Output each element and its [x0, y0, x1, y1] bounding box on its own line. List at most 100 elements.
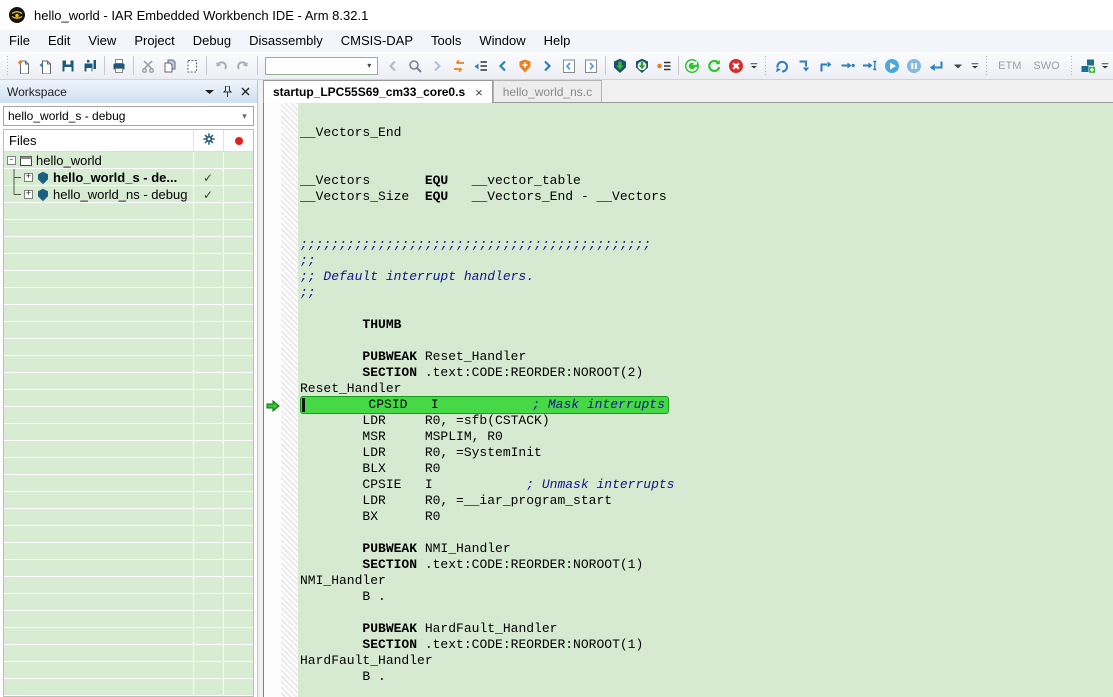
- tab-hello-world-ns[interactable]: hello_world_ns.c: [493, 80, 602, 102]
- toolbar-overflow-button[interactable]: [969, 54, 981, 78]
- menu-window[interactable]: Window: [470, 30, 534, 52]
- breakpoints-window-button[interactable]: [653, 54, 675, 78]
- download-button[interactable]: [631, 54, 653, 78]
- chevron-down-icon[interactable]: ▾: [362, 61, 377, 70]
- copy-icon: [162, 58, 178, 74]
- tree-item-label: hello_world_s - de...: [53, 170, 177, 185]
- debug-reset-button[interactable]: [771, 54, 793, 78]
- flash-tool-button[interactable]: [1077, 54, 1099, 78]
- editor-frame: __Vectors_End __Vectors EQU __vector_tabl…: [263, 103, 1113, 697]
- menu-help[interactable]: Help: [535, 30, 580, 52]
- save-all-button[interactable]: [79, 54, 101, 78]
- editor-margin[interactable]: [264, 103, 281, 697]
- run-to-cursor-button[interactable]: [859, 54, 881, 78]
- code-line: Reset_Handler: [300, 381, 1113, 397]
- prev-page-button[interactable]: [558, 54, 580, 78]
- copy-button[interactable]: [159, 54, 181, 78]
- download-and-debug-button[interactable]: [609, 54, 631, 78]
- tree-item-hello-world-s[interactable]: +hello_world_s - de...✓: [4, 169, 253, 186]
- step-into-button[interactable]: [837, 54, 859, 78]
- menu-project[interactable]: Project: [125, 30, 183, 52]
- toggle-bookmark-button[interactable]: [514, 54, 536, 78]
- print-button[interactable]: [108, 54, 130, 78]
- code-line: [300, 205, 1113, 221]
- code-line: __Vectors_End: [300, 125, 1113, 141]
- dbg-reset-icon: [774, 58, 790, 74]
- scissors-icon: [140, 58, 156, 74]
- code-line: LDR R0, =sfb(CSTACK): [300, 413, 1113, 429]
- menu-tools[interactable]: Tools: [422, 30, 470, 52]
- toolbar-overflow-button[interactable]: [1099, 54, 1111, 78]
- toolbar-grip[interactable]: [5, 56, 10, 76]
- menu-disassembly[interactable]: Disassembly: [240, 30, 332, 52]
- stop-debugging-button[interactable]: [925, 54, 947, 78]
- window-title: hello_world - IAR Embedded Workbench IDE…: [34, 8, 368, 23]
- next-page-button[interactable]: [580, 54, 602, 78]
- open-document-button[interactable]: [35, 54, 57, 78]
- prev-bookmark-button[interactable]: [492, 54, 514, 78]
- redo-button[interactable]: [232, 54, 254, 78]
- tab-startup-file[interactable]: startup_LPC55S69_cm33_core0.s×: [263, 80, 493, 103]
- etm-button[interactable]: ETM: [992, 55, 1027, 77]
- menu-file[interactable]: File: [0, 30, 39, 52]
- editor-zone: startup_LPC55S69_cm33_core0.s×hello_worl…: [263, 80, 1113, 697]
- probe-refresh-button[interactable]: [703, 54, 725, 78]
- green-refresh-icon: [706, 58, 722, 74]
- options-column-header[interactable]: [193, 130, 223, 151]
- chev-lblue-r-icon: [429, 58, 445, 74]
- cut-button[interactable]: [137, 54, 159, 78]
- toolbar-grip[interactable]: [1069, 56, 1074, 76]
- flash-blocks-icon: [1080, 58, 1096, 74]
- goto-list-button[interactable]: [470, 54, 492, 78]
- menu-debug[interactable]: Debug: [184, 30, 240, 52]
- workspace-root-icon: [19, 154, 33, 168]
- menu-view[interactable]: View: [79, 30, 125, 52]
- search-button[interactable]: [404, 54, 426, 78]
- expand-expander-icon[interactable]: +: [24, 190, 33, 199]
- expand-expander-icon[interactable]: +: [24, 173, 33, 182]
- code-line: PUBWEAK Reset_Handler: [300, 349, 1113, 365]
- code-line: ;;: [300, 253, 1113, 269]
- chevron-down-icon: ▾: [236, 111, 253, 122]
- undo-button[interactable]: [210, 54, 232, 78]
- redo-icon: [235, 58, 251, 74]
- search-next-button[interactable]: [426, 54, 448, 78]
- paste-button[interactable]: [181, 54, 203, 78]
- menu-cmsis-dap[interactable]: CMSIS-DAP: [332, 30, 422, 52]
- magnifier-icon: [407, 58, 423, 74]
- files-tree: -hello_world+hello_world_s - de...✓+hell…: [4, 152, 253, 696]
- next-bookmark-button[interactable]: [536, 54, 558, 78]
- toolbar-grip[interactable]: [984, 56, 989, 76]
- close-tab-icon[interactable]: ×: [475, 86, 483, 99]
- menu-edit[interactable]: Edit: [39, 30, 79, 52]
- code-editor[interactable]: __Vectors_End __Vectors EQU __vector_tabl…: [298, 103, 1113, 697]
- code-line: __Vectors EQU __vector_table: [300, 173, 1113, 189]
- code-line: MSR MSPLIM, R0: [300, 429, 1113, 445]
- break-button[interactable]: [903, 54, 925, 78]
- toolbar-separator: [104, 56, 105, 75]
- collapse-expander-icon[interactable]: -: [7, 156, 16, 165]
- debug-options-button[interactable]: [947, 54, 969, 78]
- toolbar-overflow-button[interactable]: [747, 54, 759, 78]
- search-prev-button[interactable]: [382, 54, 404, 78]
- code-line: ;;: [300, 285, 1113, 301]
- close-icon[interactable]: [241, 87, 250, 96]
- step-out-button[interactable]: [815, 54, 837, 78]
- config-selector[interactable]: hello_world_s - debug ▾: [3, 106, 254, 126]
- probe-stop-button[interactable]: [725, 54, 747, 78]
- toolbar-grip[interactable]: [763, 56, 768, 76]
- quick-search-combobox[interactable]: ▾: [265, 57, 378, 75]
- probe-reset-button[interactable]: [682, 54, 704, 78]
- files-column-header[interactable]: Files: [4, 130, 193, 151]
- save-button[interactable]: [57, 54, 79, 78]
- step-over-button[interactable]: [793, 54, 815, 78]
- breakpoint-column-header[interactable]: [223, 130, 253, 151]
- go-button[interactable]: [881, 54, 903, 78]
- tree-item-hello-world-ns[interactable]: +hello_world_ns - debug✓: [4, 186, 253, 203]
- tree-item-hello-world[interactable]: -hello_world: [4, 152, 253, 169]
- pin-icon[interactable]: [223, 86, 232, 97]
- swo-button[interactable]: SWO: [1027, 55, 1065, 77]
- panel-menu-icon[interactable]: [205, 88, 214, 96]
- toggle-source-disasm-button[interactable]: [448, 54, 470, 78]
- new-document-button[interactable]: [13, 54, 35, 78]
